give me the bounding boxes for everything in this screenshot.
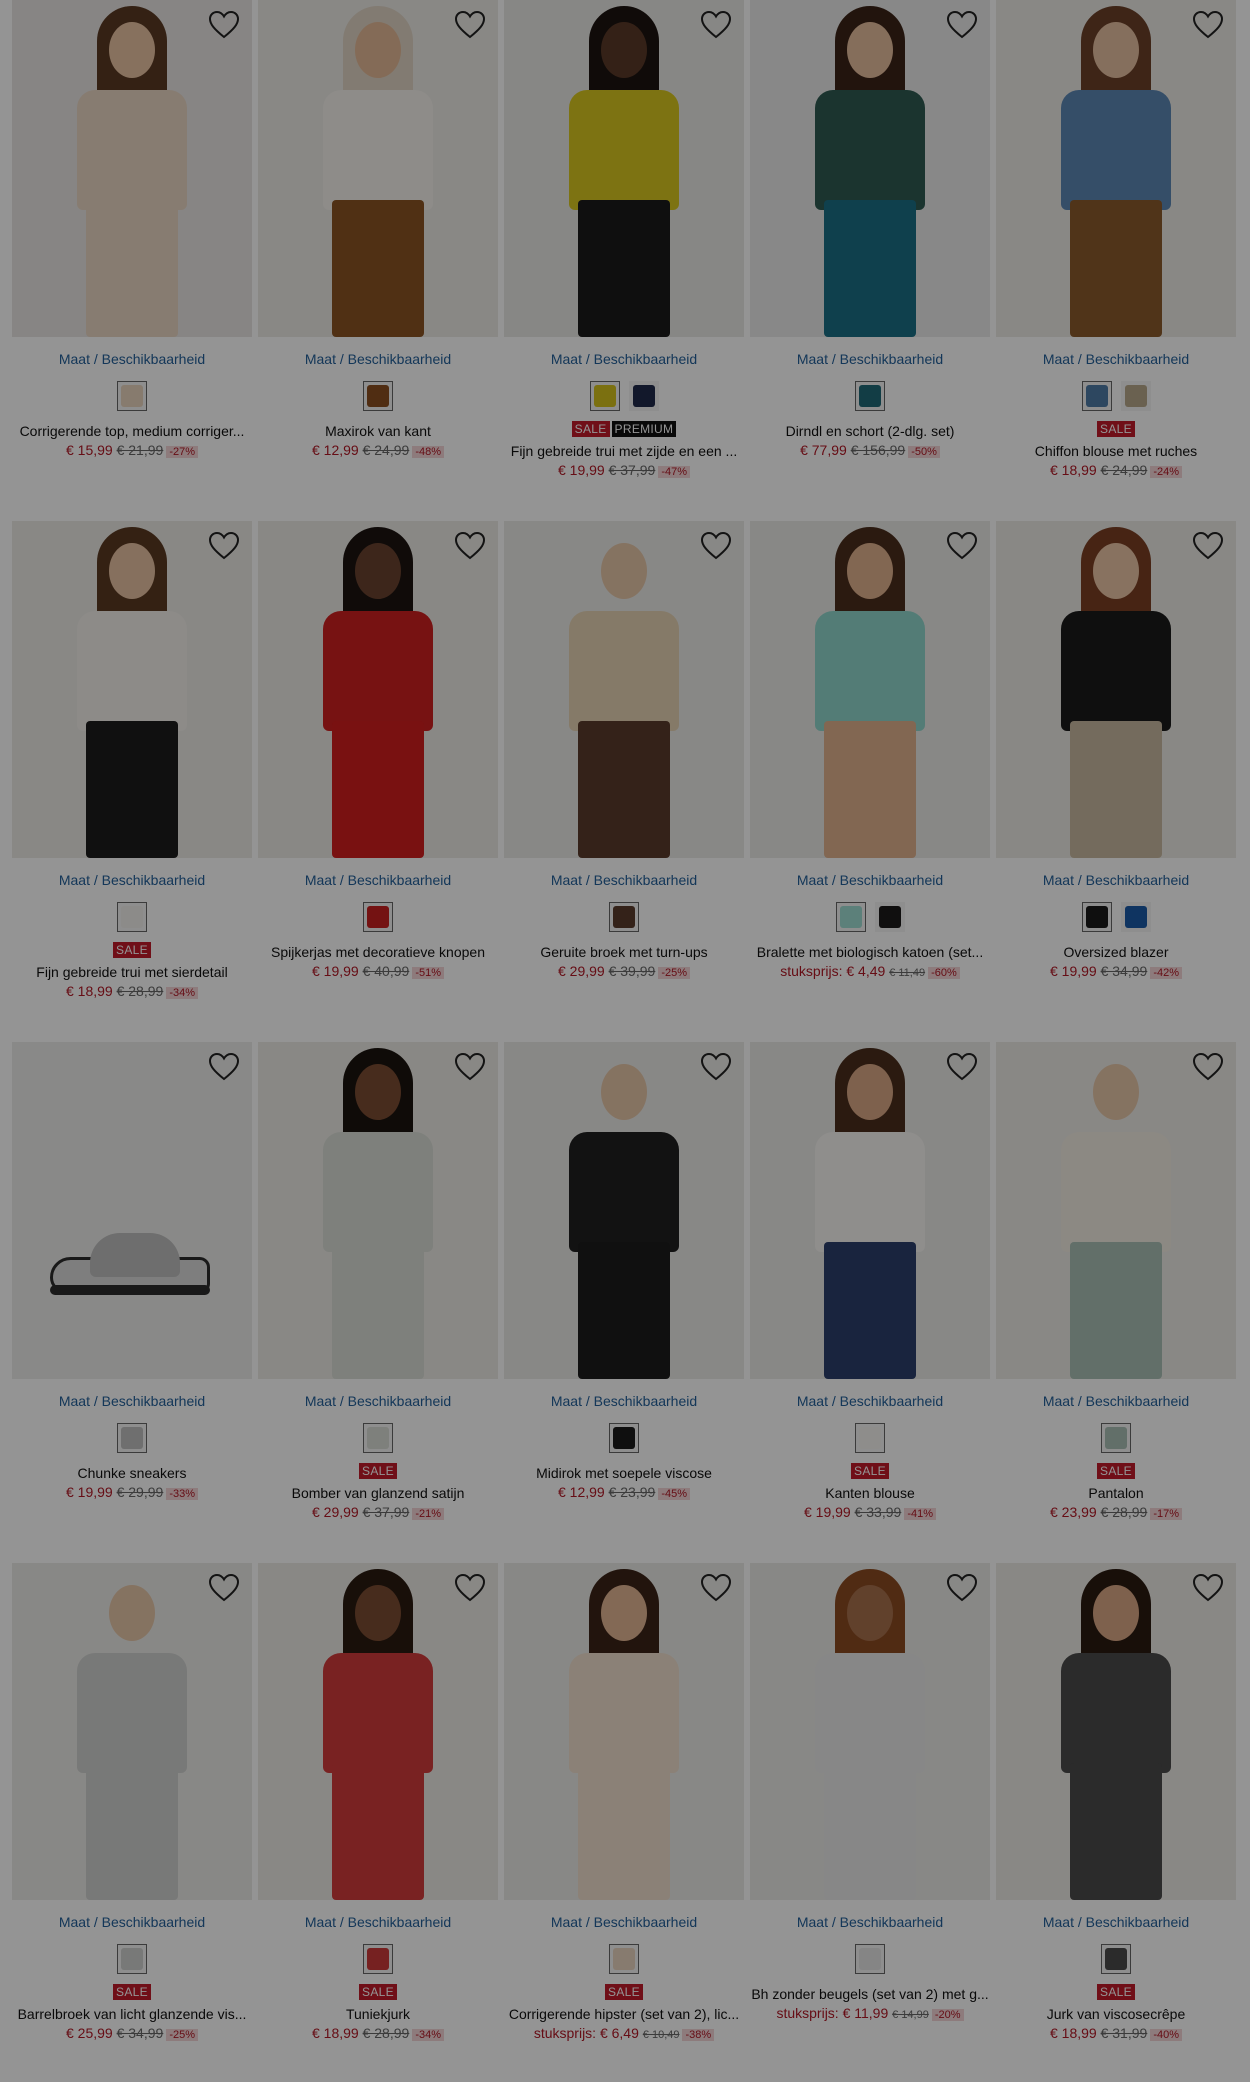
modal-backdrop-overlay[interactable] xyxy=(0,0,1250,2082)
